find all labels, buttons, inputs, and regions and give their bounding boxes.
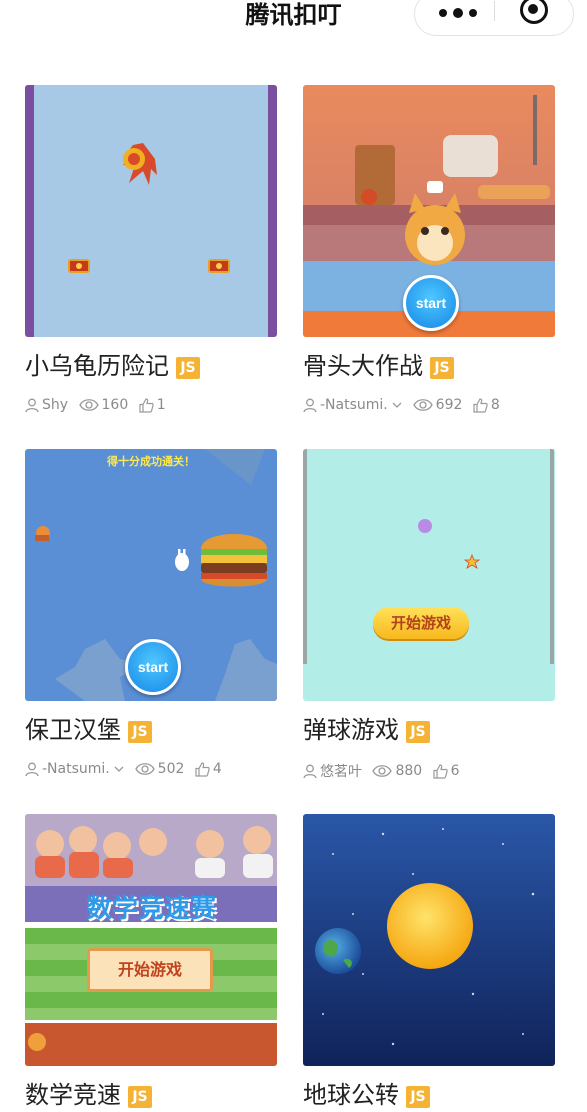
view-count: 502 [157, 761, 185, 777]
js-badge: JS [128, 721, 152, 743]
like-count: 4 [212, 761, 222, 777]
game-meta: -Natsumi. 692 8 [303, 397, 506, 419]
likes[interactable]: 1 [139, 397, 166, 413]
view-count: 160 [101, 397, 129, 413]
start-game-button-image: 开始游戏 [87, 948, 213, 992]
game-title: 小乌龟历险记 JS [25, 351, 200, 381]
more-button[interactable] [431, 0, 491, 27]
views: 502 [134, 761, 185, 777]
author-name: -Natsumi. [320, 397, 388, 413]
start-game-button-image: 开始游戏 [373, 607, 469, 639]
js-badge: JS [128, 1086, 152, 1108]
likes[interactable]: 6 [433, 763, 460, 779]
js-badge: JS [176, 357, 200, 379]
author[interactable]: -Natsumi. [303, 397, 402, 413]
chevron-down-icon [392, 402, 402, 408]
eye-icon [412, 399, 433, 411]
game-title: 地球公转 JS [303, 1080, 430, 1110]
chevron-down-icon [114, 766, 124, 772]
thumbnail-title: 数学竞速赛 [85, 894, 216, 924]
game-title: 保卫汉堡 JS [25, 715, 152, 745]
game-meta: 悠茗叶 880 6 [303, 761, 466, 783]
game-thumbnail[interactable]: 开始游戏 [303, 449, 555, 701]
start-button-image: start [125, 639, 181, 695]
person-outline-icon [25, 762, 39, 776]
js-badge: JS [406, 721, 430, 743]
views: 160 [78, 397, 129, 413]
view-count: 692 [435, 397, 463, 413]
capsule-divider [494, 1, 495, 21]
game-meta: Shy 160 1 [25, 397, 172, 419]
likes[interactable]: 4 [195, 761, 222, 777]
eye-icon [78, 399, 99, 411]
author[interactable]: 悠茗叶 [303, 761, 362, 781]
author-name: Shy [42, 397, 69, 413]
author[interactable]: -Natsumi. [25, 761, 124, 777]
miniprogram-capsule [414, 0, 574, 36]
person-outline-icon [25, 398, 39, 412]
like-count: 1 [156, 397, 166, 413]
like-count: 8 [490, 397, 500, 413]
thumbs-up-icon [473, 397, 488, 413]
game-thumbnail[interactable]: 数学竞速赛 开始游戏 [25, 814, 277, 1066]
game-thumbnail[interactable] [25, 85, 277, 337]
game-title: 骨头大作战 JS [303, 351, 454, 381]
thumbnail-caption: 得十分成功通关！ [107, 455, 195, 468]
person-outline-icon [303, 398, 317, 412]
start-button-image: start [403, 275, 459, 331]
thumbs-up-icon [433, 763, 448, 779]
top-bar: 腾讯扣叮 [0, 0, 587, 48]
game-title: 数学竞速 JS [25, 1080, 152, 1110]
game-thumbnail[interactable] [303, 814, 555, 1066]
game-thumbnail[interactable]: start [303, 85, 555, 337]
author-name: -Natsumi. [42, 761, 110, 777]
js-badge: JS [406, 1086, 430, 1108]
views: 880 [372, 763, 422, 779]
game-meta: -Natsumi. 502 4 [25, 761, 228, 783]
eye-icon [134, 763, 155, 775]
views: 692 [412, 397, 463, 413]
likes[interactable]: 8 [473, 397, 500, 413]
thumbs-up-icon [195, 761, 210, 777]
close-button[interactable] [519, 0, 549, 25]
thumbs-up-icon [139, 397, 154, 413]
author[interactable]: Shy [25, 397, 68, 413]
game-title: 弹球游戏 JS [303, 715, 430, 745]
person-outline-icon [303, 764, 317, 778]
like-count: 6 [450, 763, 460, 779]
js-badge: JS [430, 357, 454, 379]
author-name: 悠茗叶 [320, 764, 362, 780]
eye-icon [372, 765, 393, 777]
game-thumbnail[interactable]: 得十分成功通关！ start [25, 449, 277, 701]
view-count: 880 [395, 763, 423, 779]
